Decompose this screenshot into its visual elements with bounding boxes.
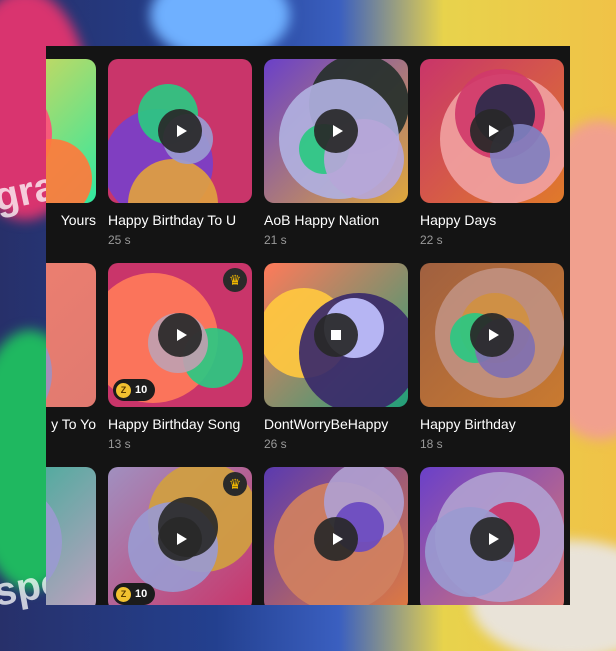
coin-icon: Z [116, 382, 131, 398]
play-button[interactable] [470, 313, 514, 357]
sound-title: Yours [60, 212, 96, 228]
sound-title: Happy Birthday [420, 416, 516, 432]
play-button[interactable] [314, 109, 358, 153]
sound-duration: 21 s [264, 233, 287, 247]
sound-duration: 26 s [264, 437, 287, 451]
sound-card[interactable]: ♛ Z 10 [108, 467, 252, 605]
play-icon [332, 125, 343, 137]
sound-card[interactable]: Happy Birthday 18 s [420, 263, 564, 451]
sound-library-panel[interactable]: Yours Happy Birthday To U 25 s AoB Happy Na… [46, 46, 570, 605]
sound-duration: 25 s [108, 233, 131, 247]
sound-card[interactable]: Yours [46, 59, 96, 228]
play-icon [488, 125, 499, 137]
sound-artwork[interactable] [420, 59, 564, 203]
sound-card[interactable]: y To Yo [46, 263, 96, 432]
sound-title: Happy Days [420, 212, 497, 228]
play-button[interactable] [314, 517, 358, 561]
sound-card[interactable] [264, 467, 408, 605]
sound-title: Happy Birthday To U [108, 212, 237, 228]
coin-icon: Z [116, 586, 131, 602]
stop-button[interactable] [314, 313, 358, 357]
sound-title: y To Yo [51, 416, 96, 432]
sound-card[interactable] [46, 467, 96, 605]
artwork-shape [46, 139, 92, 203]
play-button[interactable] [158, 517, 202, 561]
sound-card[interactable]: AoB Happy Nation 21 s [264, 59, 408, 247]
sound-title: AoB Happy Nation [264, 212, 380, 228]
sound-artwork[interactable] [108, 59, 252, 203]
sound-title: DontWorryBeHappy [264, 416, 389, 432]
sound-duration: 18 s [420, 437, 443, 451]
sound-card[interactable] [420, 467, 564, 605]
play-button[interactable] [158, 109, 202, 153]
sound-duration: 22 s [420, 233, 443, 247]
sound-title: Happy Birthday Song [108, 416, 241, 432]
sound-card[interactable]: ♛ Z 10 Happy Birthday Song 13 s [108, 263, 252, 451]
play-button[interactable] [470, 109, 514, 153]
sound-artwork[interactable]: ♛ Z 10 [108, 263, 252, 407]
sound-artwork[interactable]: ♛ Z 10 [108, 467, 252, 605]
play-icon [332, 533, 343, 545]
coin-price-badge: Z 10 [113, 379, 156, 401]
play-icon [488, 329, 499, 341]
sound-artwork[interactable] [264, 59, 408, 203]
play-icon [176, 533, 187, 545]
play-icon [176, 329, 187, 341]
sound-artwork[interactable] [264, 467, 408, 605]
sound-artwork[interactable] [46, 467, 96, 605]
play-icon [488, 533, 499, 545]
stop-icon [331, 330, 341, 340]
coin-price: 10 [135, 588, 148, 600]
sound-artwork[interactable] [46, 263, 96, 407]
crown-icon: ♛ [223, 472, 247, 496]
play-button[interactable] [158, 313, 202, 357]
sound-duration: 13 s [108, 437, 131, 451]
sound-artwork[interactable] [420, 467, 564, 605]
coin-price: 10 [135, 384, 148, 396]
play-icon [176, 125, 187, 137]
sound-artwork[interactable] [46, 59, 96, 203]
sound-card[interactable]: Happy Days 22 s [420, 59, 564, 247]
coin-price-badge: Z 10 [113, 583, 156, 605]
sound-artwork[interactable] [264, 263, 408, 407]
sound-artwork[interactable] [420, 263, 564, 407]
artwork-shape [46, 313, 52, 407]
crown-icon: ♛ [223, 268, 247, 292]
artwork-shape [46, 482, 62, 602]
play-button[interactable] [470, 517, 514, 561]
sound-card[interactable]: DontWorryBeHappy 26 s [264, 263, 408, 451]
sound-card[interactable]: Happy Birthday To U 25 s [108, 59, 252, 247]
